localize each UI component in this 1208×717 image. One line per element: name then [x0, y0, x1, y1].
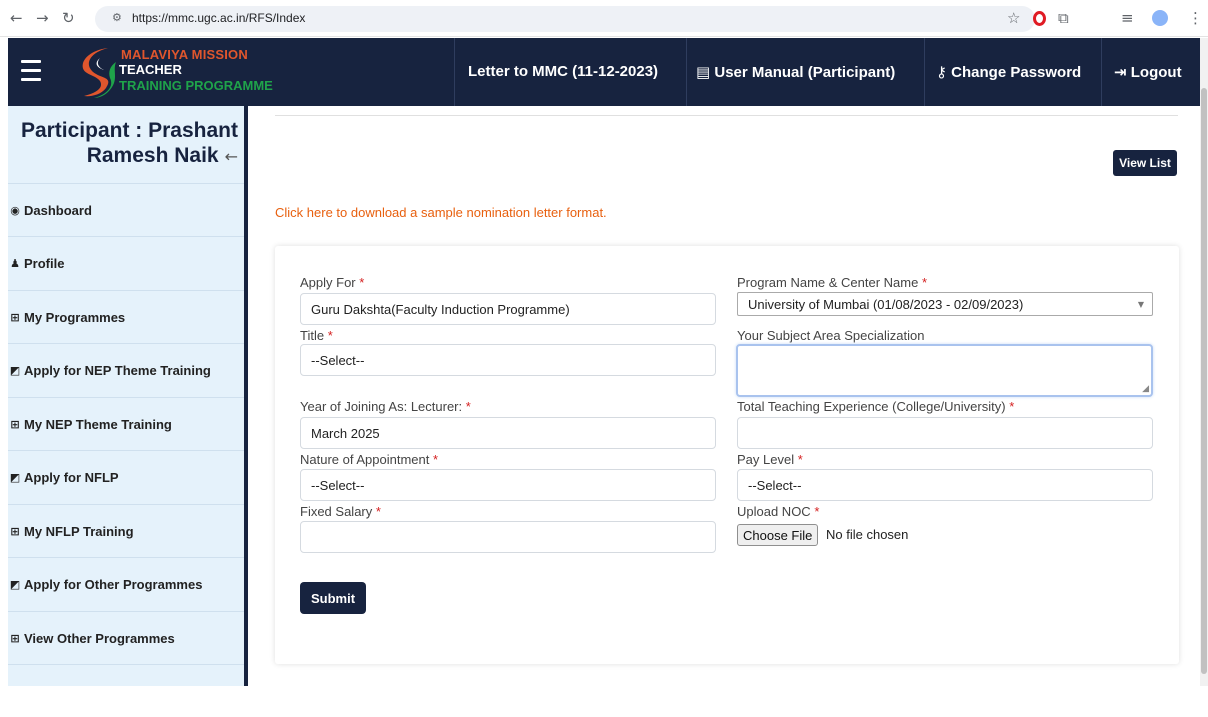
top-navbar: MALAVIYA MISSION TEACHER TRAINING PROGRA…	[8, 38, 1200, 106]
user-manual-label: User Manual (Participant)	[714, 64, 896, 81]
share-icon: ◩	[9, 363, 21, 377]
profile-avatar[interactable]	[1152, 10, 1168, 26]
pay-level-select[interactable]: --Select--	[737, 469, 1153, 501]
resize-handle-icon[interactable]: ◢	[1142, 384, 1149, 394]
participant-line-1: Participant : Prashant	[20, 119, 238, 142]
sidebar-item-view-other[interactable]: ⊞ View Other Programmes	[8, 611, 244, 664]
browser-toolbar: ← → ↻ ⚙ https://mmc.ugc.ac.in/RFS/Index …	[0, 0, 1208, 37]
participant-line-2: Ramesh Naik	[86, 144, 219, 167]
sidebar-item-label: Dashboard	[24, 202, 92, 218]
sidebar-item-dashboard[interactable]: ◉ Dashboard	[8, 183, 244, 236]
logo-text-teacher: TEACHER	[119, 62, 182, 77]
apply-for-field[interactable]: Guru Dakshta(Faculty Induction Programme…	[300, 293, 716, 325]
extensions-icon[interactable]: ⧉	[1058, 9, 1069, 27]
sidebar-item-label: View Other Programmes	[24, 630, 175, 646]
download-nomination-link[interactable]: Click here to download a sample nominati…	[275, 205, 607, 220]
sidebar-item-my-nep[interactable]: ⊞ My NEP Theme Training	[8, 397, 244, 450]
sidebar-item-profile[interactable]: ♟ Profile	[8, 236, 244, 289]
sidebar-item-label: My NEP Theme Training	[24, 416, 172, 432]
sidebar-item-apply-other[interactable]: ◩ Apply for Other Programmes	[8, 557, 244, 610]
back-icon[interactable]: ←	[10, 9, 23, 27]
title-label: Title *	[300, 328, 333, 343]
choose-file-button[interactable]: Choose File	[737, 524, 819, 546]
year-joining-label: Year of Joining As: Lecturer: *	[300, 399, 471, 414]
sidebar-item-label: Apply for Other Programmes	[24, 576, 203, 592]
page-scrollbar-thumb[interactable]	[1201, 88, 1207, 674]
collapse-arrow-icon[interactable]: ←	[225, 147, 238, 166]
site-info-icon[interactable]: ⚙	[112, 11, 122, 24]
submit-button[interactable]: Submit	[300, 582, 366, 614]
year-joining-field[interactable]: March 2025	[300, 417, 716, 449]
change-password-label: Change Password	[951, 64, 1082, 81]
logo-text-mission: MALAVIYA MISSION	[121, 47, 248, 62]
logout-link[interactable]: ⇥ Logout	[1114, 63, 1182, 81]
grid-icon: ⊞	[10, 417, 20, 431]
program-center-label: Program Name & Center Name *	[737, 275, 928, 290]
opera-extension-icon[interactable]	[1033, 11, 1046, 26]
teaching-experience-field[interactable]	[737, 417, 1153, 449]
sidebar-item-label: Apply for NEP Theme Training	[24, 362, 211, 378]
hamburger-menu-icon[interactable]	[21, 60, 41, 87]
fixed-salary-label: Fixed Salary *	[300, 504, 381, 519]
subject-area-textarea[interactable]: ◢	[736, 344, 1153, 397]
chevron-down-icon: ▼	[1137, 300, 1144, 309]
user-icon: ♟	[10, 256, 20, 270]
letter-to-mmc-link[interactable]: Letter to MMC (11-12-2023)	[468, 63, 658, 80]
share-icon: ◩	[9, 577, 21, 591]
nav-divider	[924, 38, 925, 106]
program-center-value: University of Mumbai (01/08/2023 - 02/09…	[748, 296, 1024, 312]
grid-icon: ⊞	[10, 631, 20, 645]
sidebar: Participant : Prashant Ramesh Naik ← ◉ Da…	[8, 106, 248, 686]
upload-noc-label: Upload NOC *	[737, 504, 820, 519]
sidebar-item-apply-nflp[interactable]: ◩ Apply for NFLP	[8, 450, 244, 503]
book-icon: ▤	[696, 63, 711, 81]
reload-icon[interactable]: ↻	[62, 9, 75, 27]
program-center-select[interactable]: University of Mumbai (01/08/2023 - 02/09…	[737, 292, 1153, 316]
url-text[interactable]: https://mmc.ugc.ac.in/RFS/Index	[132, 11, 305, 25]
pay-level-label: Pay Level *	[737, 452, 803, 467]
sidebar-item-label: Profile	[24, 255, 65, 271]
sidebar-item-my-nflp[interactable]: ⊞ My NFLP Training	[8, 504, 244, 557]
logout-label: Logout	[1130, 64, 1182, 81]
sidebar-item-apply-nep[interactable]: ◩ Apply for NEP Theme Training	[8, 343, 244, 396]
grid-icon: ⊞	[10, 310, 20, 324]
view-list-button[interactable]: View List	[1113, 150, 1177, 176]
sidebar-item-my-programmes[interactable]: ⊞ My Programmes	[8, 290, 244, 343]
nav-divider	[454, 38, 455, 106]
bookmark-star-icon[interactable]: ☆	[1007, 9, 1020, 27]
file-status-text: No file chosen	[826, 527, 909, 542]
sidebar-item-label: My Programmes	[24, 309, 126, 325]
fixed-salary-field[interactable]	[300, 521, 716, 553]
sidebar-item-partial[interactable]	[8, 664, 244, 717]
logo-text-training: TRAINING PROGRAMME	[119, 78, 273, 93]
forward-icon[interactable]: →	[36, 9, 49, 27]
nav-divider	[686, 38, 687, 106]
title-select[interactable]: --Select--	[300, 344, 716, 376]
participant-name: Participant : Prashant Ramesh Naik ←	[8, 118, 244, 169]
logout-icon: ⇥	[1114, 63, 1127, 81]
nature-appointment-select[interactable]: --Select--	[300, 469, 716, 501]
change-password-link[interactable]: ⚷ Change Password	[936, 63, 1081, 81]
apply-for-label: Apply For *	[300, 275, 365, 290]
teaching-experience-label: Total Teaching Experience (College/Unive…	[737, 399, 1015, 414]
reading-list-icon[interactable]: ≡	[1121, 9, 1134, 27]
key-icon: ⚷	[936, 63, 947, 81]
mmc-logo-icon	[82, 48, 116, 98]
subject-area-label: Your Subject Area Specialization	[737, 328, 925, 343]
share-icon: ◩	[9, 470, 21, 484]
menu-kebab-icon[interactable]: ⋮	[1188, 9, 1203, 27]
sidebar-item-label: Apply for NFLP	[24, 469, 119, 485]
grid-icon: ⊞	[10, 524, 20, 538]
nature-appointment-label: Nature of Appointment *	[300, 452, 439, 467]
sidebar-item-label: My NFLP Training	[24, 523, 134, 539]
nav-divider	[1101, 38, 1102, 106]
user-manual-link[interactable]: ▤ User Manual (Participant)	[696, 63, 895, 81]
content-divider	[275, 115, 1178, 116]
dashboard-icon: ◉	[10, 203, 20, 217]
